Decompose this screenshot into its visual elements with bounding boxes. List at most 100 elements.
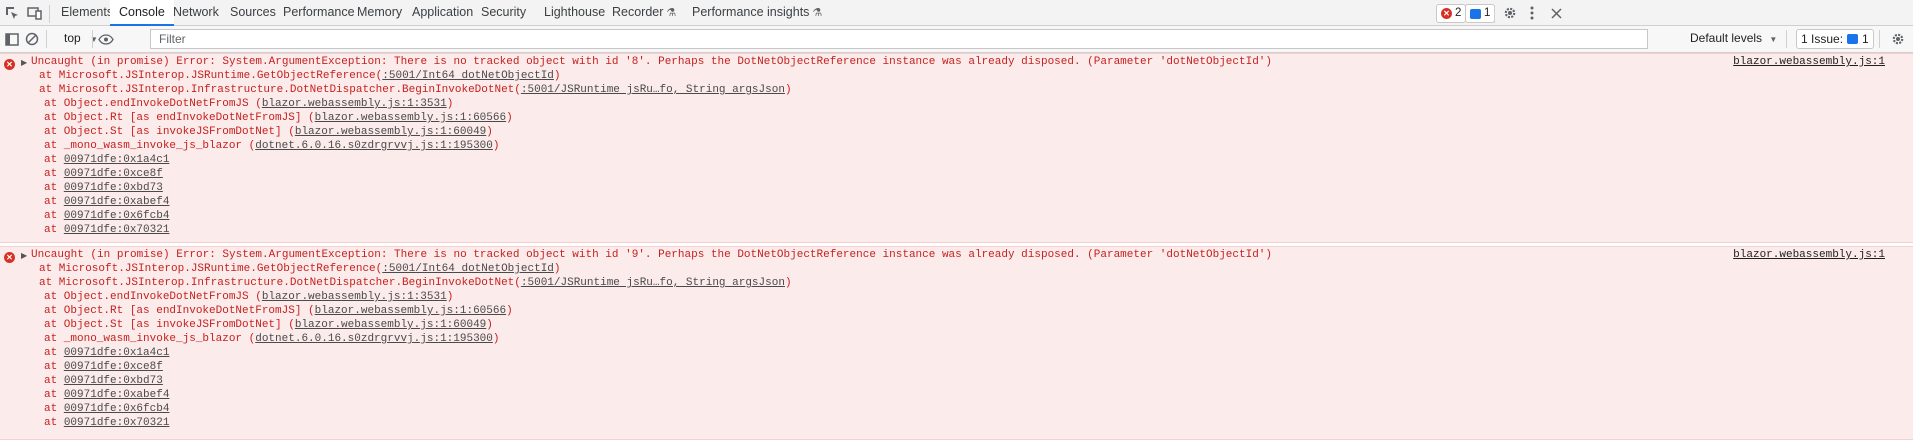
stack-frame-link[interactable]: 00971dfe:0x70321: [64, 224, 170, 236]
tab-sources[interactable]: Sources: [230, 0, 276, 25]
stack-frame-text: ): [784, 84, 792, 96]
stack-frame-text: ): [553, 70, 561, 82]
stack-frame-text: ): [492, 140, 500, 152]
stack-frame: at Microsoft.JSInterop.JSRuntime.GetObje…: [39, 262, 561, 276]
stack-frame-link[interactable]: dotnet.6.0.16.s0zdrgrvvj.js:1:195300: [255, 333, 493, 345]
stack-frame-link[interactable]: blazor.webassembly.js:1:60049: [295, 126, 486, 138]
stack-frame-link[interactable]: 00971dfe:0x1a4c1: [64, 347, 170, 359]
stack-frame-link[interactable]: 00971dfe:0x70321: [64, 417, 170, 429]
error-icon: ✕: [4, 252, 15, 263]
stack-frame: at 00971dfe:0x6fcb4: [44, 402, 169, 416]
devtools-tabbar: Elements Console Network Sources Perform…: [0, 0, 1913, 26]
device-toolbar-icon[interactable]: [24, 3, 44, 23]
stack-frame-link[interactable]: blazor.webassembly.js:1:3531: [262, 98, 447, 110]
filter-input[interactable]: [150, 29, 1648, 49]
tab-network[interactable]: Network: [173, 0, 219, 25]
tab-lighthouse[interactable]: Lighthouse: [544, 0, 605, 25]
console-output: ✕ ▶ Uncaught (in promise) Error: System.…: [0, 53, 1913, 443]
stack-frame: at Object.endInvokeDotNetFromJS (blazor.…: [44, 290, 453, 304]
stack-frame-text: at: [44, 182, 64, 194]
tab-performance[interactable]: Performance: [283, 0, 355, 25]
close-devtools-icon[interactable]: [1546, 3, 1566, 23]
stack-frame-text: at: [44, 361, 64, 373]
stack-frame: at 00971dfe:0xbd73: [44, 374, 163, 388]
stack-frame-link[interactable]: 00971dfe:0x6fcb4: [64, 210, 170, 222]
message-count-badge[interactable]: 1: [1465, 4, 1496, 23]
tab-memory[interactable]: Memory: [357, 0, 402, 25]
stack-frame-link[interactable]: blazor.webassembly.js:1:60566: [315, 112, 506, 124]
expand-triangle-icon[interactable]: ▶: [21, 58, 27, 67]
error-count-badge[interactable]: ✕ 2: [1436, 4, 1467, 23]
console-settings-gear-icon[interactable]: [1888, 29, 1908, 49]
tab-console[interactable]: Console: [110, 0, 174, 26]
stack-frame: at Object.St [as invokeJSFromDotNet] (bl…: [44, 318, 493, 332]
stack-frame-link[interactable]: :5001/Int64 dotNetObjectId: [382, 263, 554, 275]
issues-button[interactable]: 1 Issue: 1: [1796, 29, 1874, 49]
stack-frame-text: ): [486, 126, 493, 138]
stack-frame-text: ): [553, 263, 561, 275]
stack-frame-link[interactable]: 00971dfe:0x6fcb4: [64, 403, 170, 415]
stack-frame-link[interactable]: dotnet.6.0.16.s0zdrgrvvj.js:1:195300: [255, 140, 493, 152]
clear-console-icon[interactable]: [22, 29, 42, 49]
stack-frame-text: at: [44, 347, 64, 359]
stack-frame-link[interactable]: :5001/JSRuntime jsRu…fo, String argsJson: [521, 84, 785, 96]
stack-frame-link[interactable]: 00971dfe:0x1a4c1: [64, 154, 170, 166]
stack-frame-text: at: [44, 210, 64, 222]
show-sidebar-icon[interactable]: [2, 29, 22, 49]
error-icon: ✕: [4, 59, 15, 70]
console-error-message: ✕ ▶ Uncaught (in promise) Error: System.…: [0, 53, 1913, 243]
stack-frame-text: ): [446, 98, 454, 110]
expand-triangle-icon[interactable]: ▶: [21, 251, 27, 260]
toolbar-divider: [92, 30, 93, 48]
stack-frame-text: ): [506, 305, 513, 317]
stack-frame-link[interactable]: blazor.webassembly.js:1:3531: [262, 291, 447, 303]
stack-frame-text: ): [486, 319, 493, 331]
stack-frame-link[interactable]: :5001/Int64 dotNetObjectId: [382, 70, 554, 82]
stack-frame-text: ): [784, 277, 792, 289]
stack-frame-link[interactable]: 00971dfe:0xce8f: [64, 168, 163, 180]
tab-elements[interactable]: Elements: [61, 0, 113, 25]
stack-frame: at Microsoft.JSInterop.JSRuntime.GetObje…: [39, 69, 561, 83]
stack-frame-link[interactable]: 00971dfe:0xbd73: [64, 182, 163, 194]
stack-frame: at _mono_wasm_invoke_js_blazor (dotnet.6…: [44, 139, 499, 153]
toolbar-divider: [46, 30, 47, 48]
stack-frame-text: at: [44, 389, 64, 401]
stack-frame-link[interactable]: blazor.webassembly.js:1:60566: [315, 305, 506, 317]
inspect-element-icon[interactable]: [2, 3, 22, 23]
stack-frame-text: at _mono_wasm_invoke_js_blazor (: [44, 140, 256, 152]
stack-frame-text: at Microsoft.JSInterop.Infrastructure.Do…: [39, 277, 521, 289]
stack-frame-text: at Microsoft.JSInterop.JSRuntime.GetObje…: [39, 70, 383, 82]
stack-frame-link[interactable]: 00971dfe:0xabef4: [64, 196, 170, 208]
stack-frame-text: at: [44, 417, 64, 429]
tabbar-divider: [49, 5, 50, 23]
more-options-icon[interactable]: [1522, 3, 1542, 23]
stack-frame-text: at Object.St [as invokeJSFromDotNet] (: [44, 319, 295, 331]
issues-label: 1 Issue:: [1801, 32, 1844, 46]
stack-frame-link[interactable]: :5001/JSRuntime jsRu…fo, String argsJson: [521, 277, 785, 289]
error-text: Uncaught (in promise) Error: System.Argu…: [31, 249, 1273, 261]
stack-frame-text: at Object.Rt [as endInvokeDotNetFromJS] …: [44, 112, 315, 124]
stack-frame: at Microsoft.JSInterop.Infrastructure.Do…: [39, 83, 792, 97]
context-selector-label: top: [64, 31, 81, 45]
tab-performance-insights[interactable]: Performance insights ⚗: [692, 0, 822, 25]
stack-frame-text: at: [44, 224, 64, 236]
stack-frame-link[interactable]: 00971dfe:0xce8f: [64, 361, 163, 373]
tab-recorder[interactable]: Recorder ⚗: [612, 0, 676, 25]
stack-frame: at 00971dfe:0x6fcb4: [44, 209, 169, 223]
error-text: Uncaught (in promise) Error: System.Argu…: [31, 56, 1273, 68]
stack-frame-text: at _mono_wasm_invoke_js_blazor (: [44, 333, 256, 345]
stack-frame-link[interactable]: blazor.webassembly.js:1:60049: [295, 319, 486, 331]
source-link[interactable]: blazor.webassembly.js:1: [1733, 55, 1885, 69]
live-expression-eye-icon[interactable]: [96, 29, 116, 49]
stack-frame: at Object.Rt [as endInvokeDotNetFromJS] …: [44, 304, 513, 318]
stack-frame: at 00971dfe:0xbd73: [44, 181, 163, 195]
settings-gear-icon[interactable]: [1500, 3, 1520, 23]
stack-frame-link[interactable]: 00971dfe:0xabef4: [64, 389, 170, 401]
tab-security[interactable]: Security: [481, 0, 526, 25]
tab-application[interactable]: Application: [412, 0, 473, 25]
issues-count: 1: [1862, 32, 1869, 46]
stack-frame-link[interactable]: 00971dfe:0xbd73: [64, 375, 163, 387]
stack-frame: at 00971dfe:0x70321: [44, 223, 169, 237]
source-link[interactable]: blazor.webassembly.js:1: [1733, 248, 1885, 262]
log-levels-dropdown[interactable]: Default levels ▼: [1690, 31, 1777, 45]
